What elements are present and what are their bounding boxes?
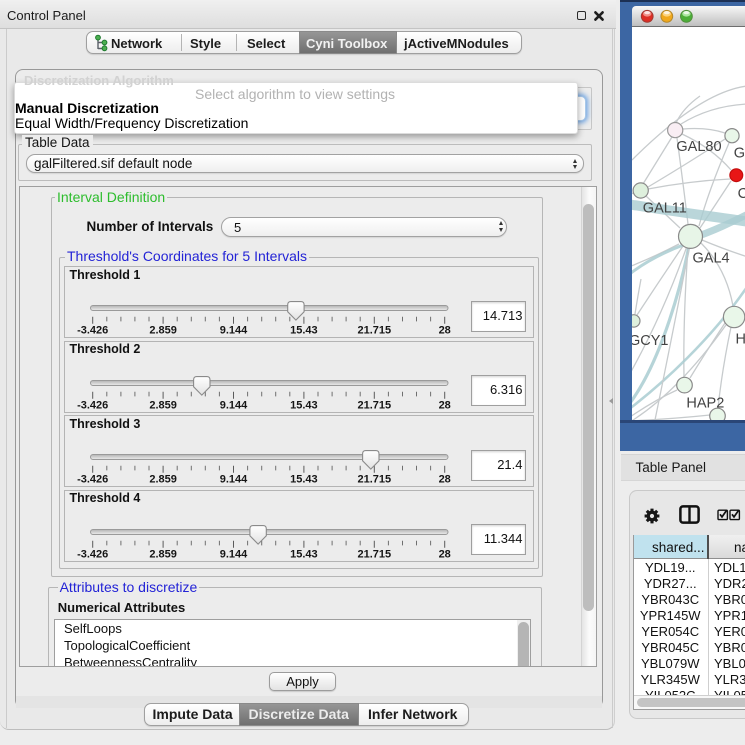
svg-text:15.43: 15.43 bbox=[290, 399, 318, 411]
svg-text:2.859: 2.859 bbox=[149, 399, 177, 411]
svg-text:9.144: 9.144 bbox=[219, 325, 247, 337]
svg-text:15.43: 15.43 bbox=[290, 325, 318, 337]
svg-text:GCY1: GCY1 bbox=[632, 333, 669, 349]
svg-text:2.859: 2.859 bbox=[149, 474, 177, 486]
svg-text:15.43: 15.43 bbox=[290, 548, 318, 560]
svg-text:-3.426: -3.426 bbox=[77, 548, 108, 560]
svg-text:15.43: 15.43 bbox=[290, 474, 318, 486]
svg-text:21.715: 21.715 bbox=[357, 548, 391, 560]
svg-text:28: 28 bbox=[438, 474, 450, 486]
svg-text:9.144: 9.144 bbox=[219, 474, 247, 486]
svg-text:28: 28 bbox=[438, 399, 450, 411]
svg-text:9.144: 9.144 bbox=[219, 548, 247, 560]
svg-text:9.144: 9.144 bbox=[219, 399, 247, 411]
svg-text:HAP2: HAP2 bbox=[686, 396, 724, 412]
svg-text:28: 28 bbox=[438, 325, 450, 337]
svg-text:C: C bbox=[738, 186, 745, 202]
svg-text:21.715: 21.715 bbox=[357, 474, 391, 486]
svg-text:-3.426: -3.426 bbox=[77, 474, 108, 486]
svg-text:2.859: 2.859 bbox=[149, 548, 177, 560]
svg-text:21.715: 21.715 bbox=[357, 325, 391, 337]
svg-text:GAL80: GAL80 bbox=[676, 139, 721, 155]
svg-text:GA: GA bbox=[734, 146, 745, 162]
svg-text:-3.426: -3.426 bbox=[77, 325, 108, 337]
svg-text:GAL11: GAL11 bbox=[643, 201, 687, 217]
svg-text:-3.426: -3.426 bbox=[77, 399, 108, 411]
svg-text:H: H bbox=[736, 332, 745, 348]
svg-text:21.715: 21.715 bbox=[357, 399, 391, 411]
svg-text:2.859: 2.859 bbox=[149, 325, 177, 337]
svg-text:28: 28 bbox=[438, 548, 450, 560]
svg-text:GAL4: GAL4 bbox=[693, 251, 730, 267]
